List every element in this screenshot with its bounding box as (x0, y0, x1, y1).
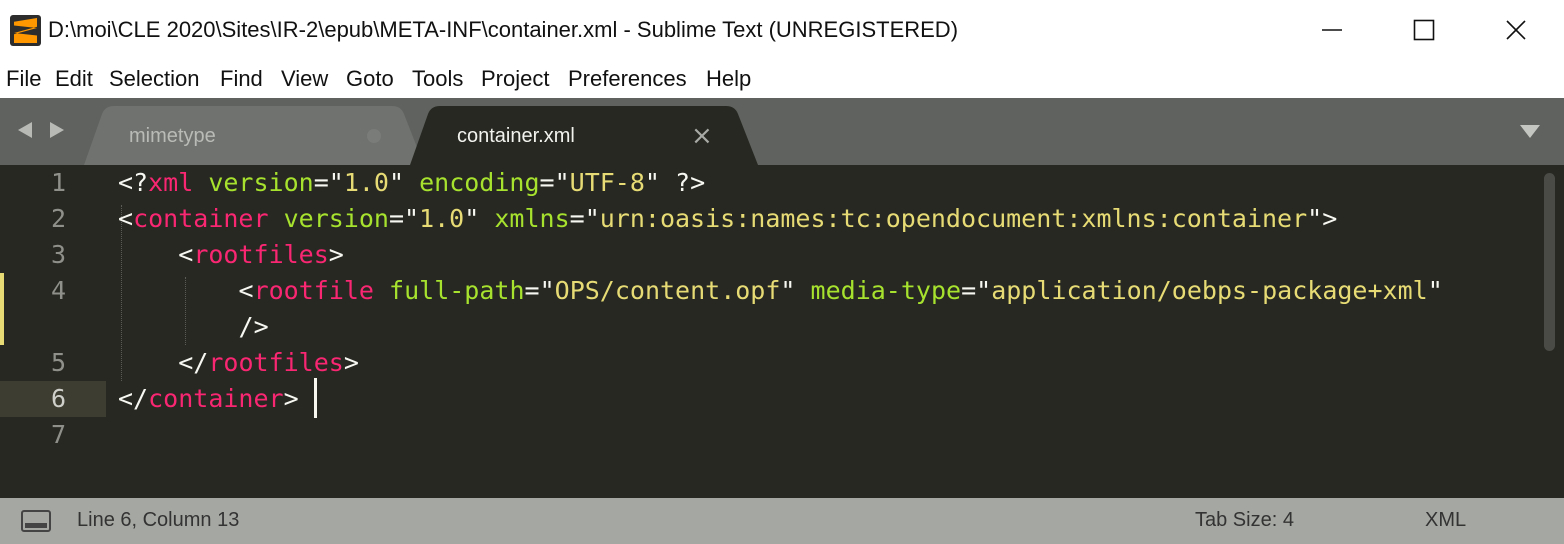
maximize-icon (1413, 19, 1435, 41)
tab-list-dropdown-icon[interactable] (1518, 123, 1542, 139)
code-line-4: <rootfile full-path="OPS/content.opf" me… (238, 276, 1443, 305)
code-line-1: <?xml version="1.0" encoding="UTF-8" ?> (118, 168, 706, 197)
panel-toggle-icon[interactable] (21, 510, 51, 532)
close-icon (1506, 20, 1526, 40)
minimize-button[interactable] (1312, 10, 1352, 50)
menu-view[interactable]: View (281, 66, 328, 92)
sublime-text-logo-icon (10, 15, 41, 46)
cursor-position: Line 6, Column 13 (77, 509, 240, 531)
line-number: 3 (50, 240, 66, 269)
scrollbar-thumb[interactable] (1544, 173, 1555, 351)
menu-help[interactable]: Help (706, 66, 751, 92)
menu-goto[interactable]: Goto (346, 66, 394, 92)
line-number: 5 (50, 348, 66, 377)
menu-tools[interactable]: Tools (412, 66, 463, 92)
line-number: 1 (50, 168, 66, 197)
menu-edit[interactable]: Edit (55, 66, 93, 92)
close-button[interactable] (1496, 10, 1536, 50)
minimize-icon (1322, 29, 1342, 31)
menu-project[interactable]: Project (481, 66, 549, 92)
code-line-2: <container version="1.0" xmlns="urn:oasi… (118, 204, 1338, 233)
tab-close-button[interactable]: × (691, 123, 713, 149)
tab-container-xml-label: container.xml (457, 125, 575, 147)
line-number: 4 (50, 276, 66, 305)
title-bar: D:\moi\CLE 2020\Sites\IR-2\epub\META-INF… (0, 0, 1564, 60)
maximize-button[interactable] (1404, 10, 1444, 50)
menu-selection[interactable]: Selection (109, 66, 200, 92)
status-bar: Line 6, Column 13 Tab Size: 4 XML (0, 498, 1564, 544)
menu-bar: File Edit Selection Find View Goto Tools… (0, 60, 1564, 99)
syntax-selector[interactable]: XML (1425, 509, 1466, 532)
code-line-4-wrap: /> (238, 312, 269, 341)
menu-preferences[interactable]: Preferences (568, 66, 687, 92)
window-title: D:\moi\CLE 2020\Sites\IR-2\epub\META-INF… (48, 17, 959, 42)
menu-file[interactable]: File (6, 66, 41, 92)
line-number: 2 (50, 204, 66, 233)
tab-bar: mimetype container.xml (0, 98, 1564, 165)
code-line-5: </rootfiles> (178, 348, 359, 377)
menu-find[interactable]: Find (220, 66, 263, 92)
code-line-3: <rootfiles> (178, 240, 344, 269)
code-line-6: </container> (118, 384, 299, 413)
dirty-dot-icon (367, 129, 381, 143)
code-editor[interactable]: 1 2 3 4 5 6 7 <?xml version="1.0" encodi… (0, 165, 1564, 498)
tab-mimetype-label: mimetype (129, 125, 216, 147)
tab-navigation-arrows-icon[interactable] (15, 117, 67, 143)
tab-size-selector[interactable]: Tab Size: 4 (1195, 509, 1294, 532)
text-cursor (314, 378, 317, 418)
line-number-current: 6 (50, 384, 66, 413)
line-number: 7 (50, 420, 66, 449)
